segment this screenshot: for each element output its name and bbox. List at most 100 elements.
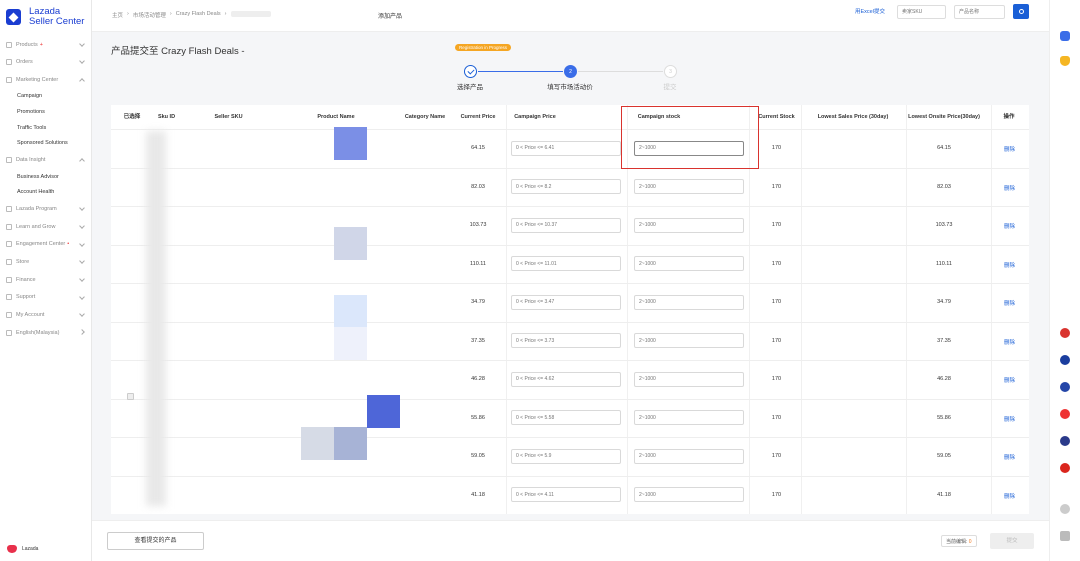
lowest-onsite-price-cell: 37.35 xyxy=(937,337,951,344)
sidebar-item-label: Products xyxy=(16,41,38,48)
sidebar-item-data-insight[interactable]: Data Insight xyxy=(0,151,92,169)
sidebar-item-store[interactable]: Store xyxy=(0,253,92,271)
sidebar-item-products[interactable]: Products + xyxy=(0,36,92,53)
page-heading: 添加产品 xyxy=(378,14,403,20)
flag-thailand-icon[interactable] xyxy=(1060,436,1070,446)
flag-indonesia-icon[interactable] xyxy=(1060,328,1070,338)
sidebar-item-finance[interactable]: Finance xyxy=(0,271,92,289)
delete-row-link[interactable]: 删除 xyxy=(1004,415,1015,423)
chevron-down-icon xyxy=(79,311,85,318)
campaign-stock-input[interactable] xyxy=(634,371,744,387)
sidebar-item-label: Marketing Center xyxy=(16,76,59,83)
flag-vietnam-icon[interactable] xyxy=(1060,463,1070,473)
sidebar-item-my-account[interactable]: My Account xyxy=(0,306,92,324)
lazada-logo[interactable]: Lazada Seller Center xyxy=(6,7,84,27)
product-thumbnail xyxy=(334,127,367,160)
campaign-price-input[interactable] xyxy=(511,487,621,502)
footer-action-bar: 查看提交的产品 当前编辑: 0 提交 xyxy=(92,520,1049,561)
chevron-down-icon xyxy=(79,240,85,247)
select-all-checkbox[interactable] xyxy=(127,393,134,400)
sidebar-nav: Products + Orders Marketing Center Campaign P… xyxy=(0,36,92,342)
chat-icon[interactable] xyxy=(1060,31,1070,41)
campaign-stock-input[interactable] xyxy=(634,333,744,348)
breadcrumb-item[interactable]: 主页 xyxy=(112,11,123,19)
step-3-label: 提交 xyxy=(663,84,677,91)
campaign-price-input[interactable] xyxy=(511,256,621,271)
campaign-price-input[interactable] xyxy=(511,410,621,425)
campaign-price-input[interactable] xyxy=(511,140,621,156)
row-divider xyxy=(111,244,1029,246)
sidebar-item-business-advisor[interactable]: Business Advisor xyxy=(0,169,92,185)
flag-philippines-icon[interactable] xyxy=(1060,382,1070,392)
campaign-price-input[interactable] xyxy=(511,179,621,194)
settings-gear-icon[interactable] xyxy=(1060,504,1070,514)
sidebar-item-learn-and-grow[interactable]: Learn and Grow xyxy=(0,218,92,236)
breadcrumb-item[interactable]: Crazy Flash Deals xyxy=(176,11,221,19)
sidebar-item-orders[interactable]: Orders xyxy=(0,53,92,71)
campaign-stock-input[interactable] xyxy=(634,179,744,194)
campaign-stock-input[interactable] xyxy=(634,217,744,233)
flag-singapore-icon[interactable] xyxy=(1060,409,1070,419)
sidebar-item-support[interactable]: Support xyxy=(0,289,92,307)
campaign-price-input[interactable] xyxy=(511,217,621,233)
sidebar-item-english-malaysia[interactable]: English(Malaysia) xyxy=(0,324,92,342)
campaign-stock-input[interactable] xyxy=(634,294,744,310)
campaign-price-input[interactable] xyxy=(511,371,621,387)
sidebar-item-account-health[interactable]: Account Health xyxy=(0,185,92,201)
column-divider xyxy=(506,105,507,514)
delete-row-link[interactable]: 删除 xyxy=(1004,261,1015,269)
delete-row-link[interactable]: 删除 xyxy=(1004,376,1015,384)
delete-row-link[interactable]: 删除 xyxy=(1004,184,1015,192)
breadcrumb-item[interactable]: 市场活动管理 xyxy=(133,11,166,19)
campaign-price-input[interactable] xyxy=(511,448,621,464)
sidebar-item-label: Sponsored Solutions xyxy=(17,140,68,147)
new-indicator: • xyxy=(67,241,70,248)
header-current-stock: Current Stock xyxy=(758,114,795,120)
registration-status-badge: Registration in Progress xyxy=(455,44,512,51)
lowest-onsite-price-cell: 46.28 xyxy=(937,376,951,382)
sidebar-item-sponsored-solutions[interactable]: Sponsored Solutions xyxy=(0,135,92,151)
sidebar-item-label: Campaign xyxy=(17,93,43,100)
sidebar-item-engagement-center[interactable]: Engagement Center • xyxy=(0,236,92,254)
campaign-price-input[interactable] xyxy=(511,294,621,310)
sidebar-item-campaign[interactable]: Campaign xyxy=(0,88,92,104)
sidebar-item-lazada-program[interactable]: Lazada Program xyxy=(0,200,92,218)
sidebar-item-traffic-tools[interactable]: Traffic Tools xyxy=(0,120,92,136)
page-title: 产品提交至 Crazy Flash Deals - xyxy=(111,46,245,57)
breadcrumb-separator: › xyxy=(127,11,129,17)
delete-row-link[interactable]: 删除 xyxy=(1004,222,1015,230)
sidebar-item-marketing-center[interactable]: Marketing Center xyxy=(0,71,92,89)
view-submitted-products-button[interactable]: 查看提交的产品 xyxy=(107,532,204,550)
delete-row-link[interactable]: 删除 xyxy=(1004,145,1015,153)
seller-sku-search-input[interactable] xyxy=(897,5,946,19)
product-name-search-input[interactable] xyxy=(954,5,1005,19)
step-1-done-icon xyxy=(464,65,477,78)
delete-row-link[interactable]: 删除 xyxy=(1004,453,1015,461)
sidebar-item-label: Account Health xyxy=(17,189,55,196)
submit-button[interactable]: 提交 xyxy=(990,533,1034,549)
flag-malaysia-icon[interactable] xyxy=(1060,355,1070,365)
current-price-cell: 37.35 xyxy=(471,337,485,344)
notification-bell-icon[interactable] xyxy=(1060,56,1070,66)
campaign-stock-input[interactable] xyxy=(634,487,744,502)
campaign-stock-input[interactable] xyxy=(634,410,744,425)
chevron-down-icon xyxy=(79,293,85,300)
chevron-right-icon xyxy=(79,329,85,335)
edit-note-icon[interactable] xyxy=(1060,531,1070,541)
sidebar-item-label: Support xyxy=(16,294,36,301)
sidebar-item-promotions[interactable]: Promotions xyxy=(0,104,92,120)
campaign-stock-input[interactable] xyxy=(634,448,744,464)
excel-submit-link[interactable]: 用Excel提交 xyxy=(855,7,885,15)
row-divider xyxy=(111,283,1029,284)
row-divider xyxy=(111,360,1029,361)
delete-row-link[interactable]: 删除 xyxy=(1004,338,1015,346)
campaign-price-input[interactable] xyxy=(511,333,621,348)
delete-row-link[interactable]: 删除 xyxy=(1004,299,1015,307)
row-divider xyxy=(111,475,1029,477)
step-connector-1 xyxy=(478,71,563,72)
header-lowest-sales-price: Lowest Sales Price (30day) xyxy=(817,114,889,120)
campaign-stock-input[interactable] xyxy=(634,256,744,271)
lazada-logo-icon xyxy=(6,9,21,25)
search-button[interactable] xyxy=(1013,4,1029,19)
delete-row-link[interactable]: 删除 xyxy=(1004,492,1015,500)
